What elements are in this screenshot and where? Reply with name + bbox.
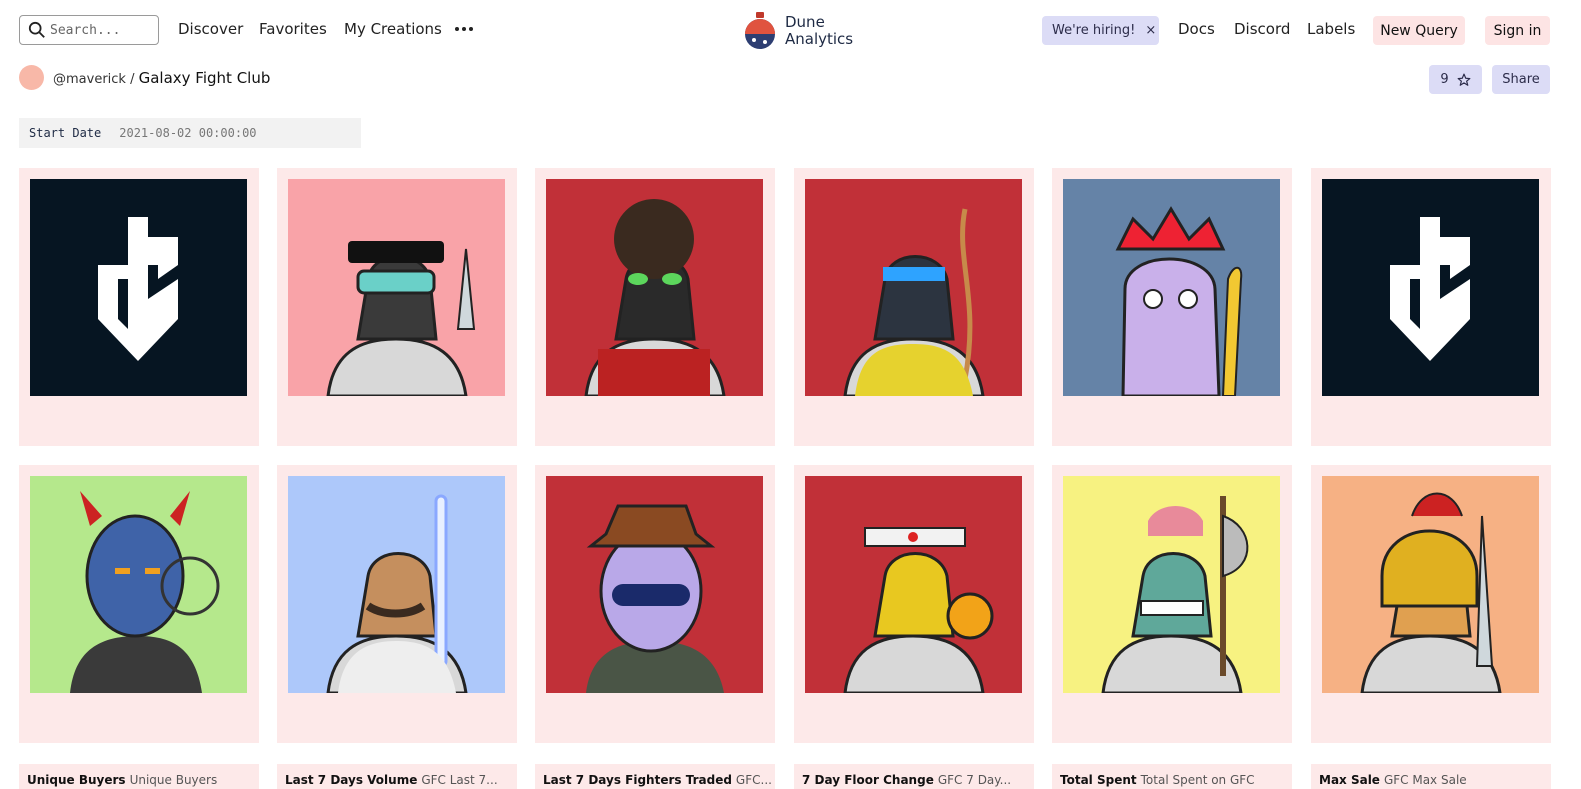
widget-title: 7 Day Floor Change <box>802 773 934 787</box>
widget-fighters-traded[interactable]: Last 7 Days Fighters Traded GFC... <box>535 764 775 789</box>
more-menu-icon[interactable] <box>455 22 473 36</box>
nft-card[interactable] <box>535 465 775 743</box>
fighter-image <box>288 476 505 693</box>
avatar[interactable] <box>19 65 44 90</box>
search-icon <box>28 21 45 38</box>
widget-unique-buyers[interactable]: Unique Buyers Unique Buyers <box>19 764 259 789</box>
widget-last-7-days-volume[interactable]: Last 7 Days Volume GFC Last 7... <box>277 764 517 789</box>
page-title: Galaxy Fight Club <box>138 69 271 87</box>
hiring-label[interactable]: We're hiring! <box>1052 23 1135 38</box>
widget-max-sale[interactable]: Max Sale GFC Max Sale <box>1311 764 1551 789</box>
nft-card[interactable] <box>1311 168 1551 446</box>
nft-card[interactable] <box>19 168 259 446</box>
top-bar: Discover Favorites My Creations Dune Ana… <box>0 0 1581 60</box>
search-input[interactable] <box>50 22 150 38</box>
dune-logo-icon[interactable] <box>743 12 777 50</box>
widget-subtitle: GFC Last 7... <box>421 773 498 787</box>
widget-subtitle: GFC 7 Day... <box>937 773 1012 787</box>
nft-card[interactable] <box>1052 465 1292 743</box>
nft-card[interactable] <box>794 465 1034 743</box>
brand-name[interactable]: Dune Analytics <box>785 14 853 48</box>
brand-line-1: Dune <box>785 13 825 31</box>
fighter-image <box>546 476 763 693</box>
fighter-image <box>288 179 505 396</box>
start-date-parameter[interactable]: Start Date 2021-08-02 00:00:00 <box>19 118 361 148</box>
brand-line-2: Analytics <box>785 30 854 48</box>
nav-my-creations[interactable]: My Creations <box>344 20 442 38</box>
star-count: 9 <box>1440 72 1449 87</box>
widget-title: Last 7 Days Fighters Traded <box>543 773 732 787</box>
sign-in-button[interactable]: Sign in <box>1485 16 1550 45</box>
widget-title: Unique Buyers <box>27 773 126 787</box>
widget-subtitle: Unique Buyers <box>129 773 218 787</box>
fighter-image <box>805 179 1022 396</box>
nav-discover[interactable]: Discover <box>178 20 243 38</box>
gfc-logo-icon <box>30 179 247 396</box>
widget-title: Total Spent <box>1060 773 1137 787</box>
fighter-image <box>30 476 247 693</box>
parameter-label: Start Date <box>29 126 102 140</box>
nft-card[interactable] <box>277 465 517 743</box>
nav-docs[interactable]: Docs <box>1178 20 1215 38</box>
close-icon[interactable]: × <box>1145 23 1156 38</box>
nav-labels[interactable]: Labels <box>1307 20 1355 38</box>
share-button[interactable]: Share <box>1492 65 1550 94</box>
nft-card[interactable] <box>1052 168 1292 446</box>
fighter-image <box>546 179 763 396</box>
author-link[interactable]: @maverick / <box>53 72 134 87</box>
nft-card[interactable] <box>277 168 517 446</box>
nav-discord[interactable]: Discord <box>1234 20 1290 38</box>
nft-card[interactable] <box>1311 465 1551 743</box>
new-query-button[interactable]: New Query <box>1373 16 1465 45</box>
nft-card[interactable] <box>794 168 1034 446</box>
nav-favorites[interactable]: Favorites <box>259 20 327 38</box>
widget-subtitle: GFC... <box>735 773 772 787</box>
nft-card[interactable] <box>535 168 775 446</box>
fighter-image <box>805 476 1022 693</box>
fighter-image <box>1063 476 1280 693</box>
widget-title: Last 7 Days Volume <box>285 773 418 787</box>
widget-total-spent[interactable]: Total Spent Total Spent on GFC <box>1052 764 1292 789</box>
fighter-image <box>1063 179 1280 396</box>
widget-subtitle: Total Spent on GFC <box>1140 773 1255 787</box>
star-icon <box>1457 73 1471 86</box>
fighter-image <box>1322 476 1539 693</box>
gfc-logo-icon <box>1322 179 1539 396</box>
hiring-banner[interactable]: We're hiring! × <box>1042 16 1159 45</box>
widget-subtitle: GFC Max Sale <box>1383 773 1467 787</box>
widget-title: Max Sale <box>1319 773 1380 787</box>
nft-card[interactable] <box>19 465 259 743</box>
breadcrumb: @maverick / Galaxy Fight Club <box>53 69 270 87</box>
widget-floor-change[interactable]: 7 Day Floor Change GFC 7 Day... <box>794 764 1034 789</box>
parameter-value[interactable]: 2021-08-02 00:00:00 <box>119 126 256 140</box>
search-box[interactable] <box>19 15 159 45</box>
star-button[interactable]: 9 <box>1429 65 1482 94</box>
